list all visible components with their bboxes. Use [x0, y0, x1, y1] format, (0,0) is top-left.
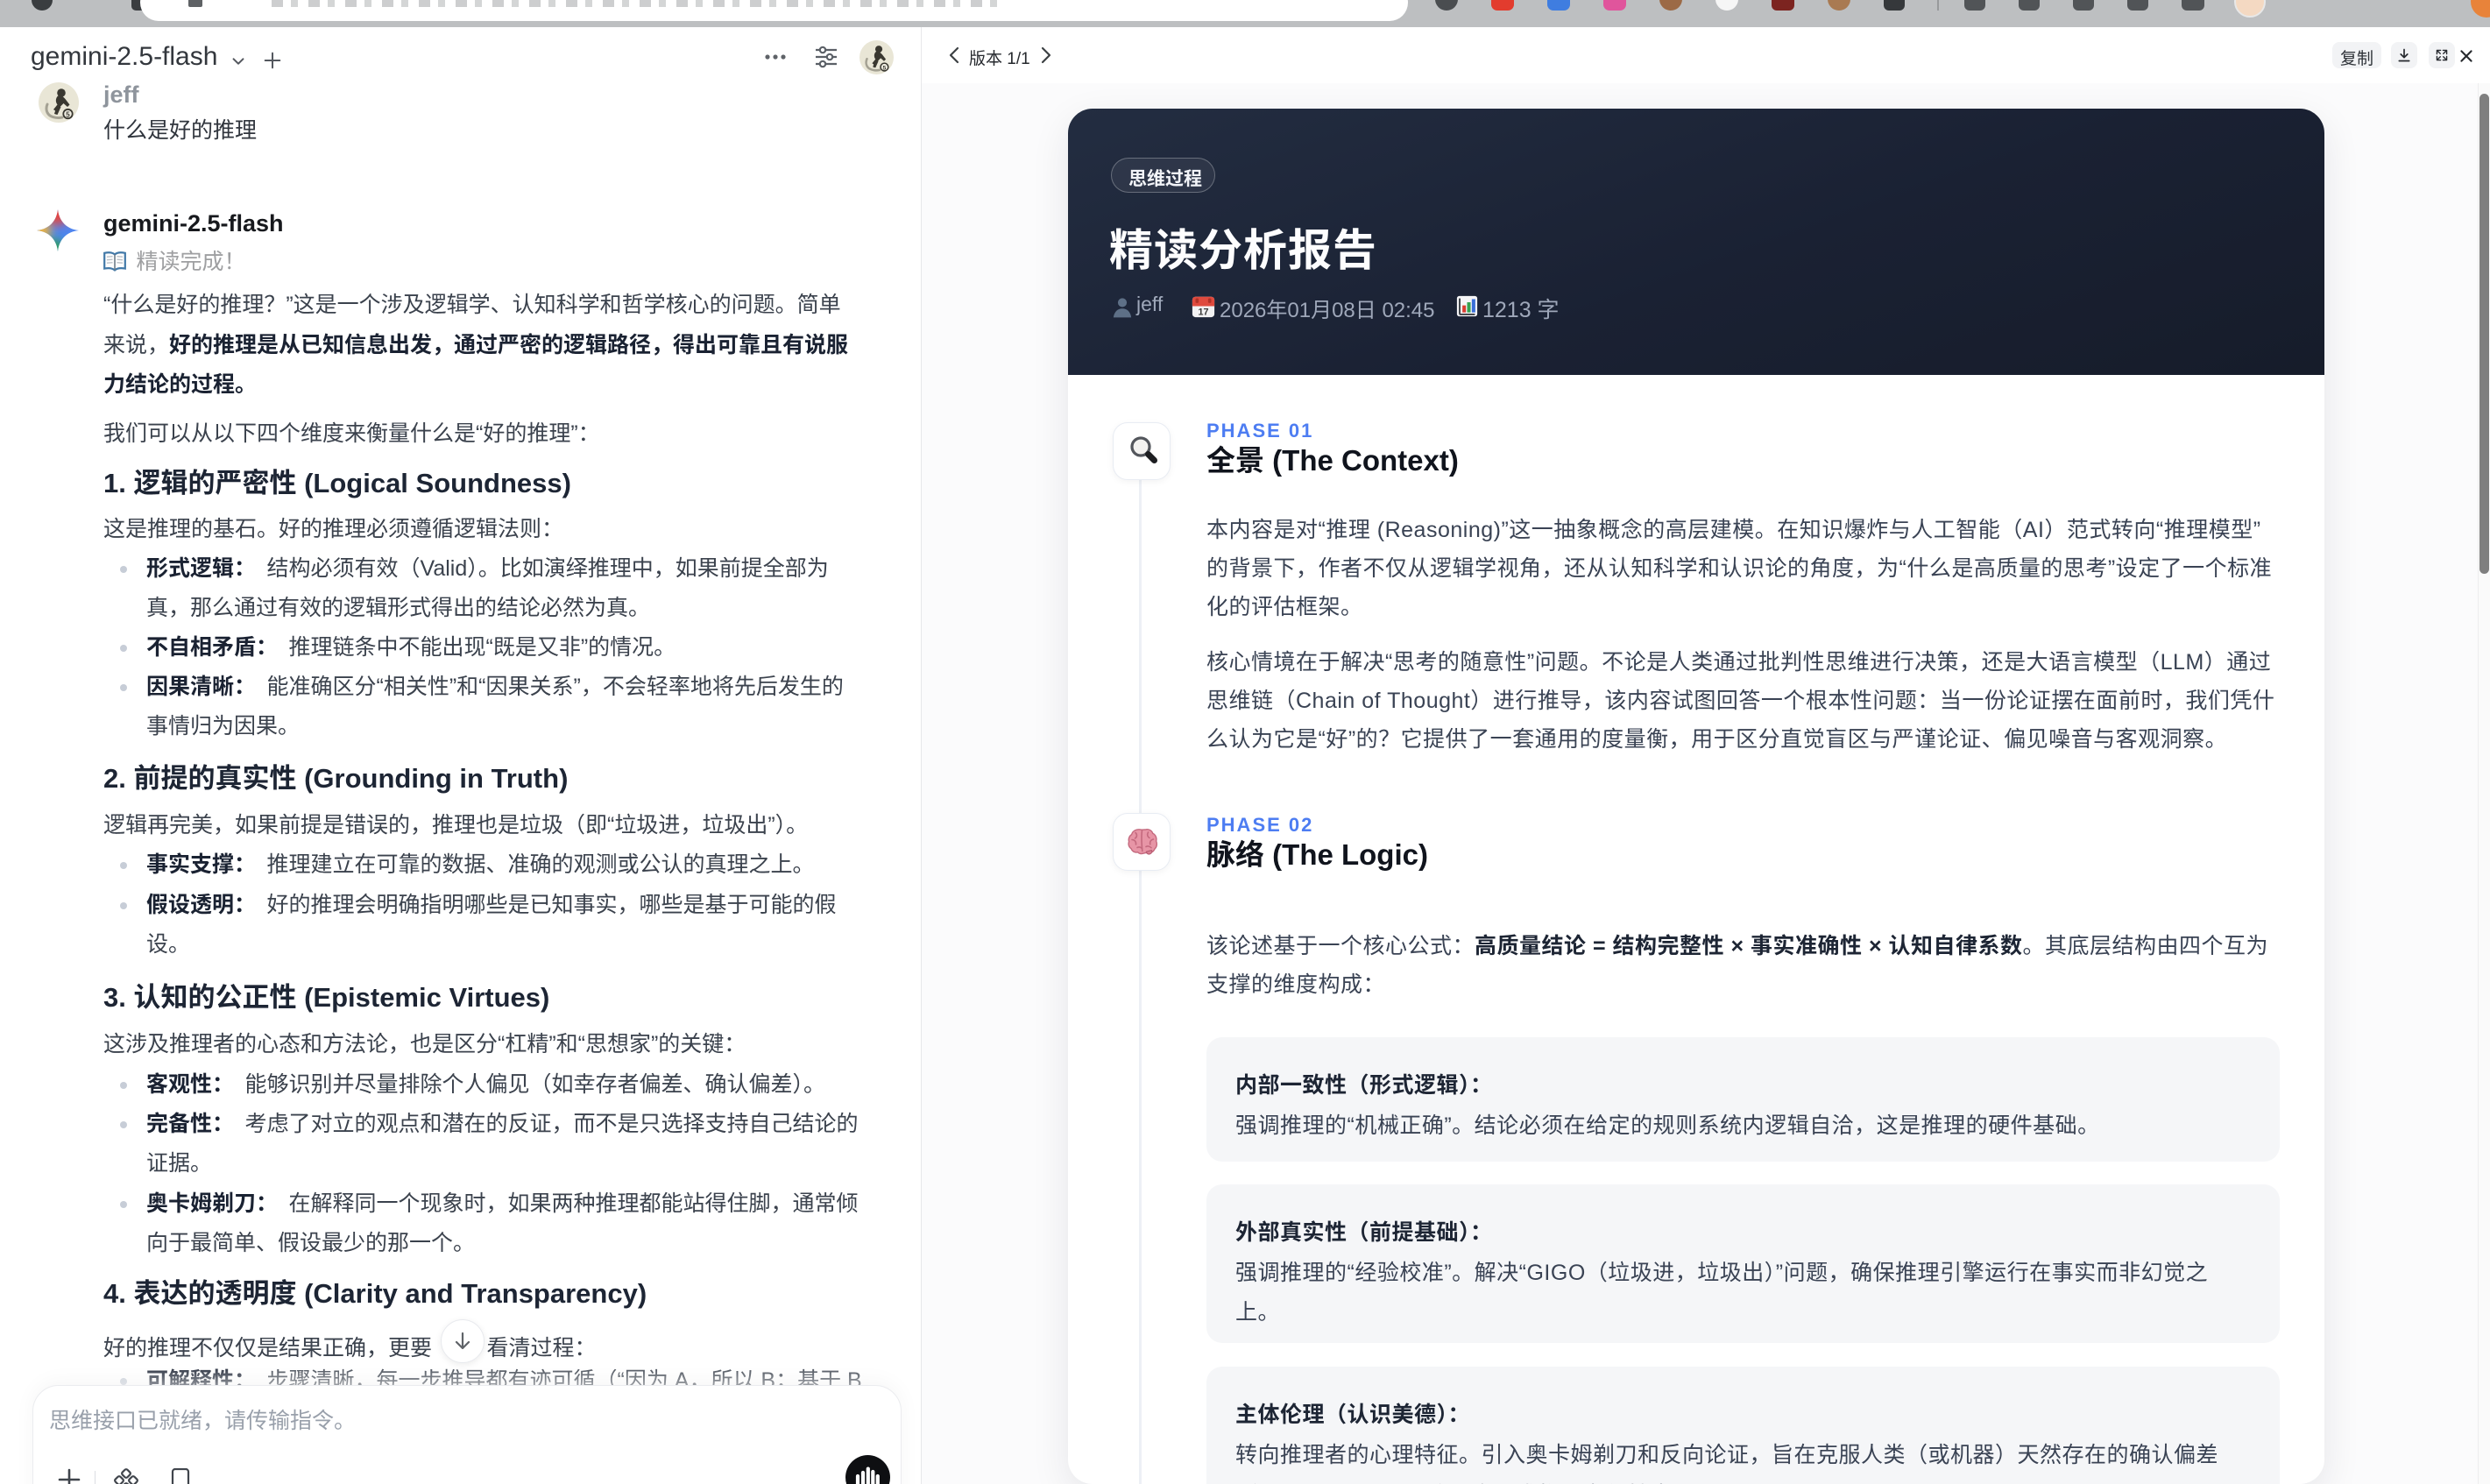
svg-text:5: 5: [66, 111, 70, 119]
svg-text:5: 5: [883, 65, 887, 71]
svg-text:17: 17: [1199, 307, 1209, 317]
